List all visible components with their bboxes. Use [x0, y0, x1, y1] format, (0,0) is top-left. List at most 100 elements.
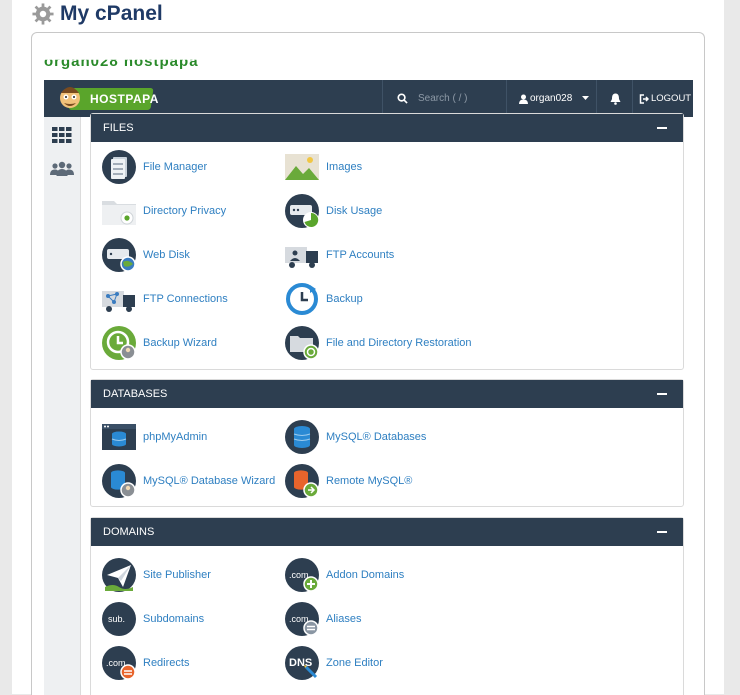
search-icon — [397, 93, 408, 104]
user-icon — [519, 94, 528, 104]
domains-panel-header[interactable]: DOMAINS — [91, 518, 683, 546]
mysql-databases-link[interactable]: MySQL® Databases — [284, 418, 426, 456]
page: My cPanel organ028 hostpapa HOSTPAPA Sea… — [12, 0, 724, 695]
images-link[interactable]: Images — [284, 148, 362, 186]
databases-panel: DATABASES phpMyAdmin MySQL® Databases My… — [90, 379, 684, 507]
databases-panel-header[interactable]: DATABASES — [91, 380, 683, 408]
images-icon — [285, 154, 319, 180]
item-label: Web Disk — [143, 249, 190, 261]
users-icon — [50, 161, 74, 176]
search-input[interactable] — [416, 92, 500, 105]
logout-label: LOGOUT — [651, 93, 692, 104]
item-label: FTP Connections — [143, 293, 228, 305]
item-label: Backup Wizard — [143, 337, 217, 349]
redirects-icon: .com — [102, 646, 136, 680]
databases-panel-title: DATABASES — [103, 388, 168, 400]
ftp-connections-link[interactable]: FTP Connections — [101, 280, 228, 318]
username-label: organ028 — [530, 93, 573, 104]
item-label: File and Directory Restoration — [326, 337, 472, 349]
mysql-wizard-icon — [102, 464, 136, 498]
phpmyadmin-icon — [102, 424, 136, 450]
item-label: File Manager — [143, 161, 208, 173]
cpanel-frame: organ028 hostpapa HOSTPAPA Search (/) … — [31, 32, 705, 695]
subdomains-icon: sub. — [102, 602, 136, 636]
subdomains-link[interactable]: sub. Subdomains — [101, 600, 204, 638]
redirects-link[interactable]: .com Redirects — [101, 644, 189, 682]
item-label: Zone Editor — [326, 657, 383, 669]
mysql-wizard-link[interactable]: MySQL® Database Wizard — [101, 462, 275, 500]
notifications-button[interactable] — [596, 80, 633, 117]
file-restoration-icon — [285, 326, 319, 360]
backup-link[interactable]: Backup — [284, 280, 363, 318]
minimize-icon[interactable] — [657, 531, 667, 533]
ftp-accounts-link[interactable]: FTP Accounts — [284, 236, 394, 274]
disk-usage-link[interactable]: Disk Usage — [284, 192, 382, 230]
grid-icon — [52, 127, 72, 143]
page-header: My cPanel — [32, 0, 163, 28]
hostpapa-logo[interactable]: HOSTPAPA — [54, 83, 158, 113]
files-panel-header[interactable]: FILES — [91, 114, 683, 142]
minimize-icon[interactable] — [657, 393, 667, 395]
mascot-icon — [60, 87, 80, 108]
item-label: FTP Accounts — [326, 249, 395, 261]
top-navbar: HOSTPAPA Search (/) organ028 LOGOUT — [44, 80, 693, 117]
web-disk-icon — [102, 238, 136, 272]
gear-icon — [32, 3, 54, 25]
logout-icon — [639, 93, 649, 104]
svg-text:DNS: DNS — [289, 657, 312, 669]
addon-domains-link[interactable]: .com Addon Domains — [284, 556, 404, 594]
side-navigation — [44, 117, 81, 695]
addon-domains-icon: .com — [285, 558, 319, 592]
files-panel-title: FILES — [103, 122, 134, 134]
domains-panel: DOMAINS Site Publisher .com Addon Domain… — [90, 517, 684, 695]
site-publisher-link[interactable]: Site Publisher — [101, 556, 211, 594]
logout-button[interactable]: LOGOUT — [632, 80, 694, 117]
svg-text:sub.: sub. — [108, 614, 125, 624]
ftp-accounts-icon — [285, 247, 318, 268]
brand-text: HOSTPAPA — [90, 92, 159, 106]
item-label: Disk Usage — [326, 205, 383, 217]
directory-privacy-icon — [102, 201, 136, 225]
minimize-icon[interactable] — [657, 127, 667, 129]
phpmyadmin-link[interactable]: phpMyAdmin — [101, 418, 207, 456]
nav-users[interactable] — [50, 157, 74, 181]
zone-editor-link[interactable]: DNS Zone Editor — [284, 644, 383, 682]
web-disk-link[interactable]: Web Disk — [101, 236, 190, 274]
backup-icon — [286, 283, 318, 315]
item-label: Site Publisher — [143, 569, 211, 581]
nav-home-grid[interactable] — [50, 123, 74, 147]
aliases-link[interactable]: .com Aliases — [284, 600, 361, 638]
item-label: MySQL® Database Wizard — [143, 475, 276, 487]
file-manager-icon — [102, 150, 136, 184]
search-box[interactable] — [382, 80, 507, 117]
ftp-connections-icon — [102, 291, 135, 312]
item-label: Remote MySQL® — [326, 475, 413, 487]
garbled-header-text: organ028 hostpapa — [44, 53, 199, 70]
aliases-icon: .com — [285, 602, 319, 636]
item-label: Images — [326, 161, 363, 173]
item-label: Redirects — [143, 657, 190, 669]
remote-mysql-link[interactable]: Remote MySQL® — [284, 462, 412, 500]
remote-mysql-icon — [285, 464, 319, 498]
item-label: Backup — [326, 293, 363, 305]
site-publisher-icon — [102, 558, 136, 592]
backup-wizard-icon — [102, 326, 136, 360]
backup-wizard-link[interactable]: Backup Wizard — [101, 324, 217, 362]
item-label: Subdomains — [143, 613, 205, 625]
item-label: Aliases — [326, 613, 362, 625]
files-panel: FILES File Manager Images Directory Priv… — [90, 113, 684, 370]
disk-usage-icon — [285, 194, 319, 228]
file-manager-link[interactable]: File Manager — [101, 148, 207, 186]
bell-icon — [610, 93, 620, 105]
user-menu[interactable]: organ028 — [506, 80, 597, 117]
item-label: phpMyAdmin — [143, 431, 208, 443]
item-label: MySQL® Databases — [326, 431, 427, 443]
mysql-databases-icon — [285, 420, 319, 454]
page-title: My cPanel — [60, 2, 163, 25]
zone-editor-icon: DNS — [285, 646, 319, 680]
item-label: Addon Domains — [326, 569, 405, 581]
item-label: Directory Privacy — [143, 205, 227, 217]
chevron-down-icon — [582, 96, 590, 100]
directory-privacy-link[interactable]: Directory Privacy — [101, 192, 226, 230]
file-restoration-link[interactable]: File and Directory Restoration — [284, 324, 472, 362]
